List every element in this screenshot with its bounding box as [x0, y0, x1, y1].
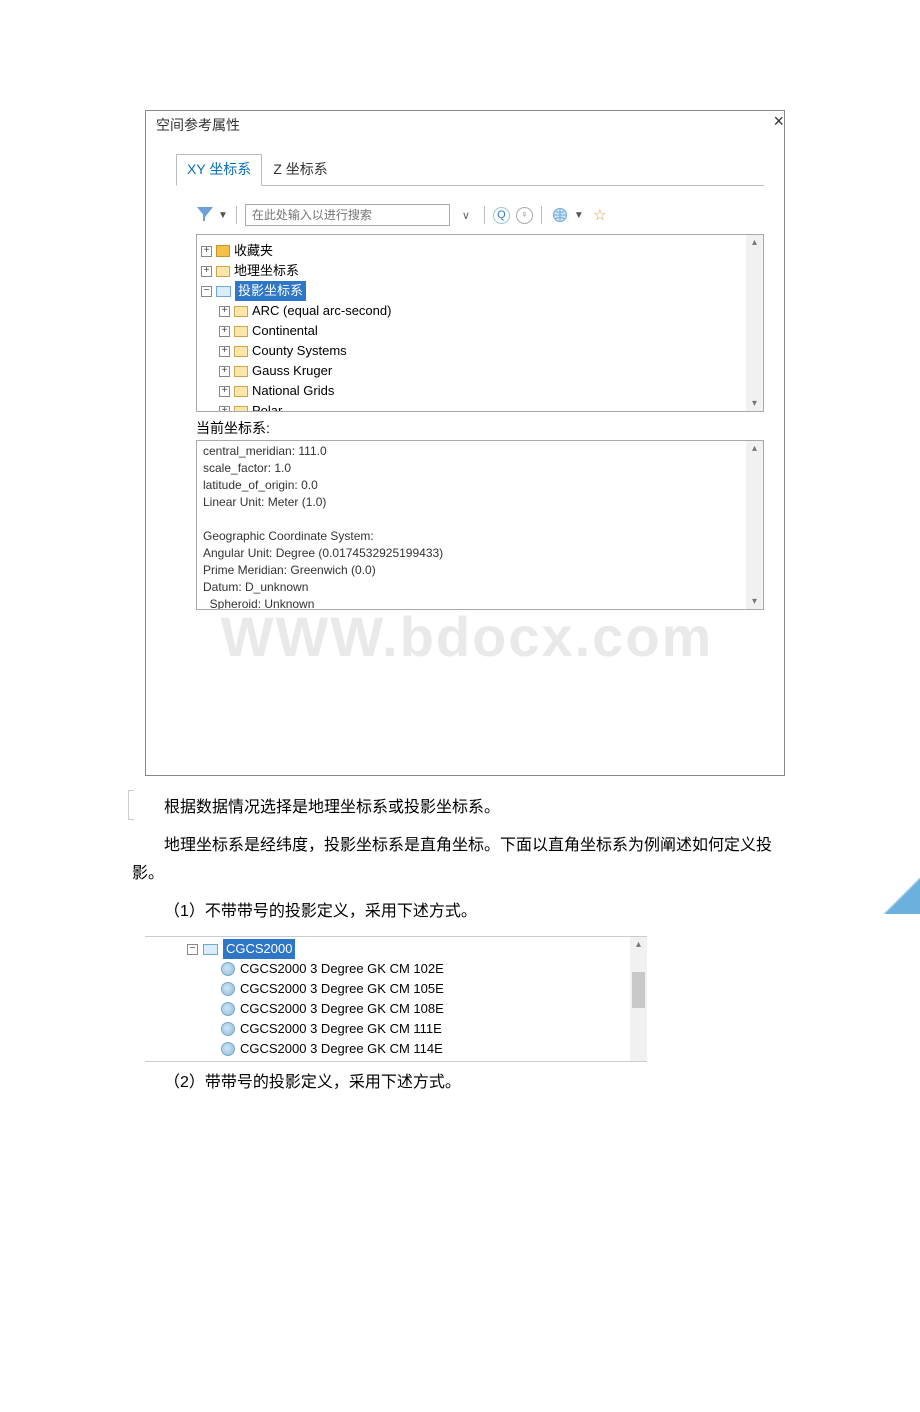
tree-favorites[interactable]: + 收藏夹: [201, 241, 759, 261]
expand-icon[interactable]: +: [219, 366, 230, 377]
page-edge-decoration: [128, 790, 134, 820]
tree-polar[interactable]: + Polar: [201, 401, 759, 412]
search-icon[interactable]: Q: [493, 207, 510, 224]
scroll-up-icon[interactable]: ▴: [752, 235, 757, 250]
expand-icon[interactable]: +: [219, 406, 230, 413]
scroll-track[interactable]: [746, 250, 763, 396]
expand-icon[interactable]: +: [219, 346, 230, 357]
tree-continental[interactable]: + Continental: [201, 321, 759, 341]
expand-icon[interactable]: +: [219, 306, 230, 317]
coord-details: central_meridian: 111.0 scale_factor: 1.…: [196, 440, 764, 610]
tree-label: CGCS2000 3 Degree GK CM 105E: [240, 979, 444, 999]
scroll-down-icon[interactable]: ▾: [752, 594, 757, 609]
folder-icon: [234, 386, 248, 397]
scroll-up-icon[interactable]: ▴: [752, 441, 757, 456]
coord-details-text: central_meridian: 111.0 scale_factor: 1.…: [197, 441, 763, 610]
tree-label-selected: 投影坐标系: [235, 281, 306, 301]
search-dropdown-icon[interactable]: ∨: [456, 205, 476, 225]
find-icon[interactable]: ♀: [516, 207, 533, 224]
tree-label: Continental: [252, 321, 318, 341]
page-curl-icon: [882, 876, 920, 914]
expand-icon[interactable]: +: [201, 266, 212, 277]
tree-geographic[interactable]: + 地理坐标系: [201, 261, 759, 281]
tabs: XY 坐标系 Z 坐标系: [176, 153, 764, 186]
tree-gauss[interactable]: + Gauss Kruger: [201, 361, 759, 381]
favorites-folder-icon: [216, 245, 230, 257]
body-text: 根据数据情况选择是地理坐标系或投影坐标系。 地理坐标系是经纬度，投影坐标系是直角…: [132, 794, 788, 926]
tree-label: County Systems: [252, 341, 347, 361]
scroll-down-icon[interactable]: ▾: [752, 396, 757, 411]
paragraph: 地理坐标系是经纬度，投影坐标系是直角坐标。下面以直角坐标系为例阐述如何定义投影。: [132, 832, 788, 888]
tree-label-selected: CGCS2000: [223, 939, 295, 959]
expand-icon[interactable]: +: [219, 386, 230, 397]
scroll-track[interactable]: [746, 456, 763, 594]
scrollbar[interactable]: ▴ ▾: [746, 441, 763, 609]
separator: [236, 206, 237, 224]
tree-county[interactable]: + County Systems: [201, 341, 759, 361]
tree-label: 地理坐标系: [234, 261, 299, 281]
globe-icon: [221, 1042, 235, 1056]
collapse-icon[interactable]: −: [201, 286, 212, 297]
folder-icon: [234, 406, 248, 413]
tab-z-coord[interactable]: Z 坐标系: [262, 154, 338, 186]
tree-label: National Grids: [252, 381, 334, 401]
filter-icon[interactable]: [196, 206, 214, 224]
dialog-title: 空间参考属性: [146, 111, 784, 139]
globe-icon: [221, 982, 235, 996]
globe-dropdown-icon[interactable]: ▼: [574, 210, 584, 221]
globe-icon: [221, 1022, 235, 1036]
folder-open-icon: [216, 286, 231, 297]
folder-icon: [234, 326, 248, 337]
folder-icon: [216, 266, 230, 277]
folder-open-icon: [203, 944, 218, 955]
tree-projected[interactable]: − 投影坐标系: [201, 281, 759, 301]
close-icon[interactable]: ×: [765, 107, 792, 136]
tree-label: Gauss Kruger: [252, 361, 332, 381]
globe-icon[interactable]: [550, 205, 570, 225]
folder-icon: [234, 346, 248, 357]
collapse-icon[interactable]: −: [187, 944, 198, 955]
tree-label: CGCS2000 3 Degree GK CM 102E: [240, 959, 444, 979]
scrollbar[interactable]: ▴: [630, 937, 647, 1061]
watermark-text: WWW.bdocx.com: [170, 604, 764, 669]
tab-xy-coord[interactable]: XY 坐标系: [176, 154, 262, 186]
scrollbar[interactable]: ▴ ▾: [746, 235, 763, 411]
tree-label: Polar: [252, 401, 282, 412]
globe-icon: [221, 1002, 235, 1016]
list-item[interactable]: CGCS2000 3 Degree GK CM 102E: [147, 959, 645, 979]
scroll-thumb[interactable]: [632, 972, 645, 1008]
expand-icon[interactable]: +: [201, 246, 212, 257]
globe-icon: [221, 962, 235, 976]
tree-label: CGCS2000 3 Degree GK CM 108E: [240, 999, 444, 1019]
list-item[interactable]: CGCS2000 3 Degree GK CM 105E: [147, 979, 645, 999]
scroll-up-icon[interactable]: ▴: [636, 937, 641, 952]
paragraph: 根据数据情况选择是地理坐标系或投影坐标系。: [132, 794, 788, 822]
tree-label: 收藏夹: [234, 241, 273, 261]
tree-arc[interactable]: + ARC (equal arc-second): [201, 301, 759, 321]
toolbar: ▼ ∨ Q ♀ ▼ ☆: [196, 204, 764, 226]
spatial-ref-dialog: × 空间参考属性 XY 坐标系 Z 坐标系 ▼ ∨ Q ♀ ▼: [145, 110, 785, 776]
tree-label: CGCS2000 3 Degree GK CM 114E: [240, 1039, 443, 1059]
favorite-icon[interactable]: ☆: [590, 205, 610, 225]
coord-tree: + 收藏夹 + 地理坐标系 − 投影坐标系 +: [196, 234, 764, 412]
tree-label: ARC (equal arc-second): [252, 301, 391, 321]
cgcs2000-tree: − CGCS2000 CGCS2000 3 Degree GK CM 102E …: [145, 936, 647, 1062]
tree-root-cgcs2000[interactable]: − CGCS2000: [147, 939, 645, 959]
paragraph: （2）带带号的投影定义，采用下述方式。: [132, 1068, 920, 1092]
tree-label: CGCS2000 3 Degree GK CM 111E: [240, 1019, 442, 1039]
tree-natgrids[interactable]: + National Grids: [201, 381, 759, 401]
folder-icon: [234, 366, 248, 377]
separator: [541, 206, 542, 224]
paragraph: （1）不带带号的投影定义，采用下述方式。: [132, 898, 788, 926]
list-item[interactable]: CGCS2000 3 Degree GK CM 108E: [147, 999, 645, 1019]
search-input[interactable]: [245, 204, 450, 226]
current-coord-label: 当前坐标系:: [196, 418, 764, 438]
expand-icon[interactable]: +: [219, 326, 230, 337]
separator: [484, 206, 485, 224]
list-item[interactable]: CGCS2000 3 Degree GK CM 111E: [147, 1019, 645, 1039]
folder-icon: [234, 306, 248, 317]
list-item[interactable]: CGCS2000 3 Degree GK CM 114E: [147, 1039, 645, 1059]
filter-dropdown-icon[interactable]: ▼: [218, 210, 228, 221]
